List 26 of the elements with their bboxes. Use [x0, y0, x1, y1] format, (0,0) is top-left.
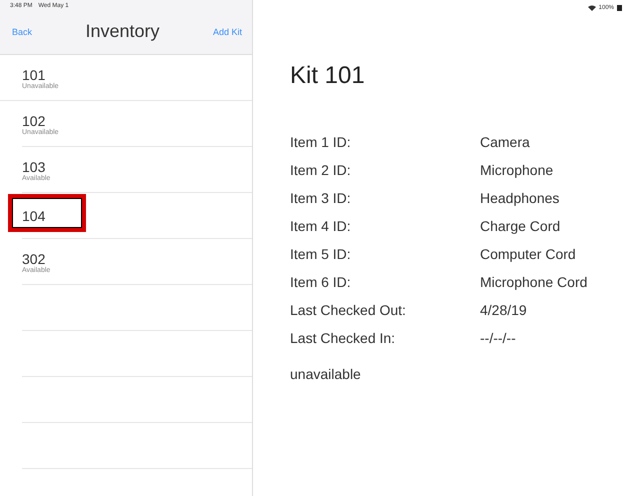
item-value: Computer Cord — [480, 246, 577, 262]
availability-text: unavailable — [290, 366, 362, 382]
kit-number[interactable]: 101 — [22, 66, 46, 82]
item-label: Item 4 ID: — [290, 218, 352, 234]
kit-number[interactable]: 102 — [22, 112, 46, 128]
wifi-icon — [588, 5, 596, 11]
item-label: Item 1 ID: — [290, 134, 352, 150]
item-value: Microphone — [480, 162, 554, 178]
item-value: Headphones — [480, 190, 560, 206]
kit-title: Kit 101 — [290, 62, 366, 90]
item-label: Item 2 ID: — [290, 162, 352, 178]
item-value: Microphone Cord — [480, 274, 588, 290]
battery-icon — [617, 5, 622, 11]
item-label: Item 5 ID: — [290, 246, 352, 262]
item-value: Camera — [480, 134, 531, 150]
date-label: Last Checked Out: — [290, 302, 407, 318]
nav-title: Inventory — [85, 21, 160, 42]
kit-number[interactable]: 302 — [22, 250, 46, 266]
date-value: --/--/-- — [480, 330, 517, 346]
kit-number[interactable]: 103 — [22, 158, 46, 174]
item-value: Charge Cord — [480, 218, 562, 234]
item-label: Item 3 ID: — [290, 190, 352, 206]
date-label: Last Checked In: — [290, 330, 396, 346]
date-value: 4/28/19 — [480, 302, 528, 318]
kit-number[interactable]: 104 — [22, 208, 46, 224]
item-label: Item 6 ID: — [290, 274, 352, 290]
